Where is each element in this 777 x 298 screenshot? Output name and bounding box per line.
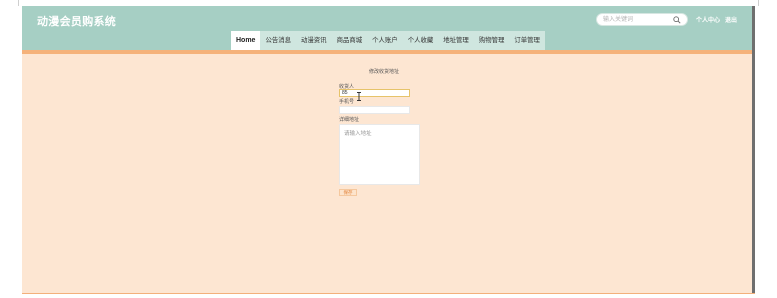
scrollbar-edge [752, 6, 755, 294]
nav-item-account[interactable]: 个人账户 [367, 31, 403, 50]
search-input[interactable] [603, 15, 669, 25]
recipient-input[interactable] [339, 89, 410, 97]
nav-item-cart[interactable]: 购物管理 [474, 31, 510, 50]
user-links: 个人中心 退出 [696, 15, 742, 24]
form-title: 修改收货地址 [369, 69, 400, 75]
bottom-border [22, 293, 755, 294]
app-title: 动漫会员购系统 [37, 16, 117, 28]
nav-item-anime-news[interactable]: 动漫资讯 [296, 31, 332, 50]
logout-link[interactable]: 退出 [725, 18, 737, 24]
nav-item-announcements[interactable]: 公告消息 [260, 31, 296, 50]
header-accent-band [22, 50, 755, 54]
search-icon[interactable] [673, 16, 681, 24]
address-label: 详细地址 [339, 117, 360, 123]
nav-item-address[interactable]: 地址管理 [438, 31, 474, 50]
search-box[interactable] [596, 13, 688, 26]
nav-item-orders[interactable]: 订单管理 [509, 31, 545, 50]
address-textarea[interactable] [339, 124, 420, 185]
user-center-link[interactable]: 个人中心 [696, 18, 720, 24]
text-cursor-icon [357, 92, 361, 101]
header: 动漫会员购系统 个人中心退出 Home 公告消息 动漫资讯 商品商城 个人账户 … [22, 6, 755, 50]
save-button[interactable]: 保存 [339, 189, 357, 196]
app-page: 动漫会员购系统 个人中心退出 Home 公告消息 动漫资讯 商品商城 个人账户 … [22, 6, 755, 294]
phone-input[interactable] [339, 106, 410, 114]
nav-item-shop[interactable]: 商品商城 [332, 31, 368, 50]
phone-label: 手机号 [339, 99, 355, 105]
main-nav: Home 公告消息 动漫资讯 商品商城 个人账户 个人收藏 地址管理 购物管理 … [231, 31, 545, 50]
nav-item-home[interactable]: Home [231, 31, 261, 50]
nav-item-favorites[interactable]: 个人收藏 [403, 31, 439, 50]
